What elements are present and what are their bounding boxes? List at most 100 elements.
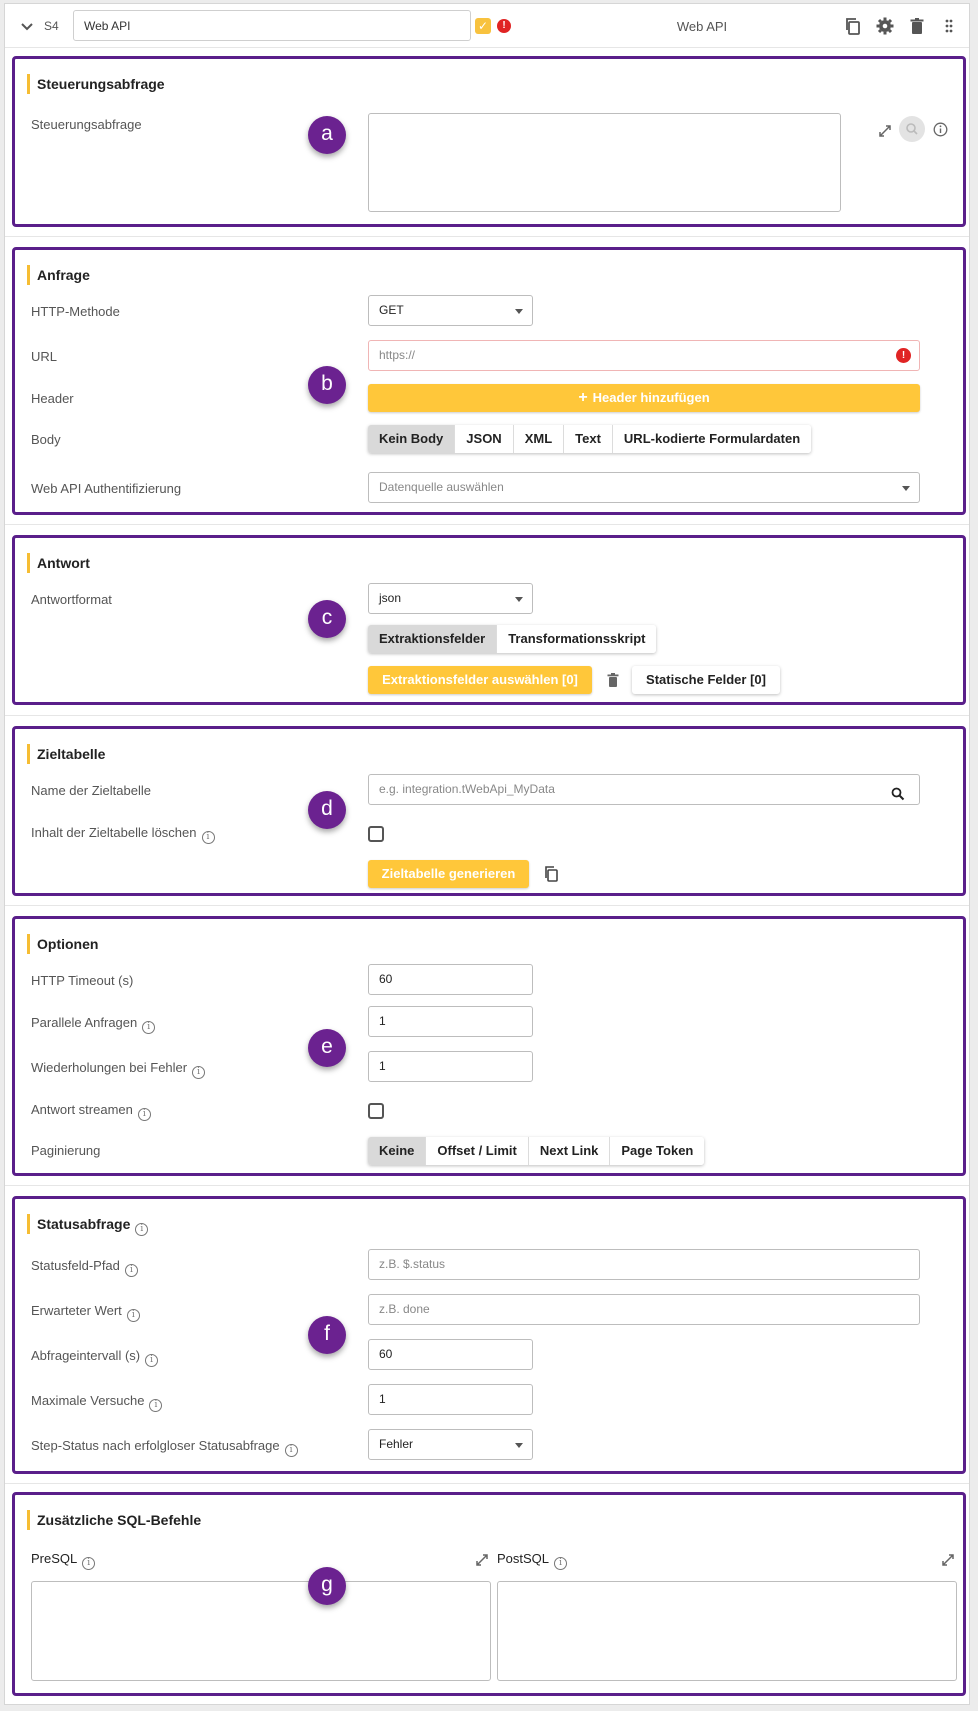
info-icon[interactable]: i [284,1444,298,1457]
info-icon[interactable]: i [137,1108,151,1121]
marker-b: b [308,366,346,404]
trash-icon[interactable] [907,16,927,36]
marker-c: c [308,600,346,638]
auth-select[interactable]: Datenquelle auswählen [368,472,920,503]
info-icon[interactable]: i [201,831,215,844]
gear-icon[interactable] [875,16,895,36]
auth-placeholder: Datenquelle auswählen [379,480,504,494]
search-icon[interactable] [891,783,905,804]
body-option-xml[interactable]: XML [513,425,565,453]
url-placeholder: https:// [379,348,416,362]
postsql-textarea[interactable] [497,1581,957,1681]
http-timeout-input[interactable]: 60 [368,964,533,995]
copy-icon[interactable] [843,16,863,36]
status-path-input[interactable]: z.B. $.status [368,1249,920,1280]
pagination-label: Paginierung [31,1143,101,1158]
body-option-urlencoded[interactable]: URL-kodierte Formulardaten [612,425,812,453]
section-zieltabelle: Zieltabelle Name der Zieltabelle e.g. in… [12,726,966,896]
body-option-json[interactable]: JSON [455,425,514,453]
pagination-option-page-token[interactable]: Page Token [610,1137,705,1165]
presql-textarea[interactable] [31,1581,491,1681]
clear-target-checkbox[interactable] [368,826,384,842]
stream-response-checkbox[interactable] [368,1103,384,1119]
info-icon[interactable]: i [145,1354,159,1367]
steuerungsabfrage-label: Steuerungsabfrage [31,117,142,132]
info-icon[interactable]: i [192,1066,206,1079]
info-icon[interactable]: i [142,1021,156,1034]
trash-icon[interactable] [606,672,620,688]
status-title-text: Statusabfrage [37,1216,131,1232]
clear-target-text: Inhalt der Zieltabelle löschen [31,825,197,840]
max-attempts-text: Maximale Versuche [31,1393,145,1408]
info-icon[interactable] [933,122,948,137]
max-attempts-label: Maximale Versuche i [31,1393,163,1412]
http-method-value: GET [379,303,404,317]
mode-option-transformation[interactable]: Transformationsskript [497,625,657,653]
fail-status-text: Step-Status nach erfolgloser Statusabfra… [31,1438,280,1453]
divider [5,236,969,237]
parallel-requests-input[interactable]: 1 [368,1006,533,1037]
pagination-option-next-link[interactable]: Next Link [528,1137,611,1165]
retries-label: Wiederholungen bei Fehler i [31,1060,206,1079]
poll-interval-input[interactable]: 60 [368,1339,533,1370]
divider [5,1483,969,1484]
search-icon[interactable] [899,116,925,142]
info-icon[interactable]: i [126,1309,140,1322]
expand-icon[interactable] [940,1552,956,1568]
presql-label: PreSQL i [31,1551,96,1570]
marker-f: f [308,1316,346,1354]
status-path-label: Statusfeld-Pfad i [31,1258,138,1277]
retries-input[interactable]: 1 [368,1051,533,1082]
info-icon[interactable]: i [554,1557,568,1570]
generate-target-table-button[interactable]: Zieltabelle generieren [368,860,529,888]
expand-icon[interactable] [474,1552,490,1568]
steuerungsabfrage-textarea[interactable] [368,113,841,212]
stream-response-text: Antwort streamen [31,1102,133,1117]
divider [5,524,969,525]
retries-text: Wiederholungen bei Fehler [31,1060,188,1075]
pagination-option-offset[interactable]: Offset / Limit [426,1137,529,1165]
chevron-down-icon[interactable] [19,18,35,34]
select-extraction-fields-button[interactable]: Extraktionsfelder auswählen [0] [368,666,592,694]
section-anfrage: Anfrage HTTP-Methode GET URL https:// ! … [12,247,966,515]
divider [5,1185,969,1186]
section-title: Optionen [27,934,98,954]
marker-e: e [308,1029,346,1067]
add-header-button[interactable]: + Header hinzufügen [368,384,920,412]
response-format-select[interactable]: json [368,583,533,614]
section-sql: Zusätzliche SQL-Befehle PreSQL i PostSQL i… [12,1492,966,1696]
copy-icon[interactable] [543,865,559,883]
target-table-name-input[interactable]: e.g. integration.tWebApi_MyData [368,774,920,805]
http-method-label: HTTP-Methode [31,304,120,319]
static-fields-button[interactable]: Statische Felder [0] [632,666,780,694]
http-timeout-label: HTTP Timeout (s) [31,973,134,988]
info-icon[interactable]: i [149,1399,163,1412]
section-title: Statusabfrage i [27,1214,149,1236]
expected-value-input[interactable]: z.B. done [368,1294,920,1325]
body-option-text[interactable]: Text [564,425,613,453]
presql-text: PreSQL [31,1551,78,1566]
info-icon[interactable]: i [135,1223,149,1236]
fail-status-label: Step-Status nach erfolgloser Statusabfra… [31,1438,298,1457]
mode-option-extraction[interactable]: Extraktionsfelder [368,625,498,653]
add-header-label: Header hinzufügen [592,390,710,405]
marker-d: d [308,791,346,829]
pagination-option-none[interactable]: Keine [368,1137,427,1165]
info-icon[interactable]: i [124,1264,138,1277]
drag-handle-icon[interactable] [939,16,959,36]
poll-interval-label: Abfrageintervall (s) i [31,1348,159,1367]
section-title: Anfrage [27,265,90,285]
http-method-select[interactable]: GET [368,295,533,326]
response-mode-toggle: Extraktionsfelder Transformationsskript [368,625,657,653]
section-title: Steuerungsabfrage [27,74,165,94]
expected-value-text: Erwarteter Wert [31,1303,122,1318]
body-option-none[interactable]: Kein Body [368,425,456,453]
step-name-input[interactable] [73,10,471,41]
parallel-requests-label: Parallele Anfragen i [31,1015,156,1034]
max-attempts-input[interactable]: 1 [368,1384,533,1415]
info-icon[interactable]: i [82,1557,96,1570]
postsql-label: PostSQL i [497,1551,568,1570]
expand-icon[interactable] [877,123,893,139]
url-input[interactable]: https:// ! [368,340,920,371]
fail-status-select[interactable]: Fehler [368,1429,533,1460]
